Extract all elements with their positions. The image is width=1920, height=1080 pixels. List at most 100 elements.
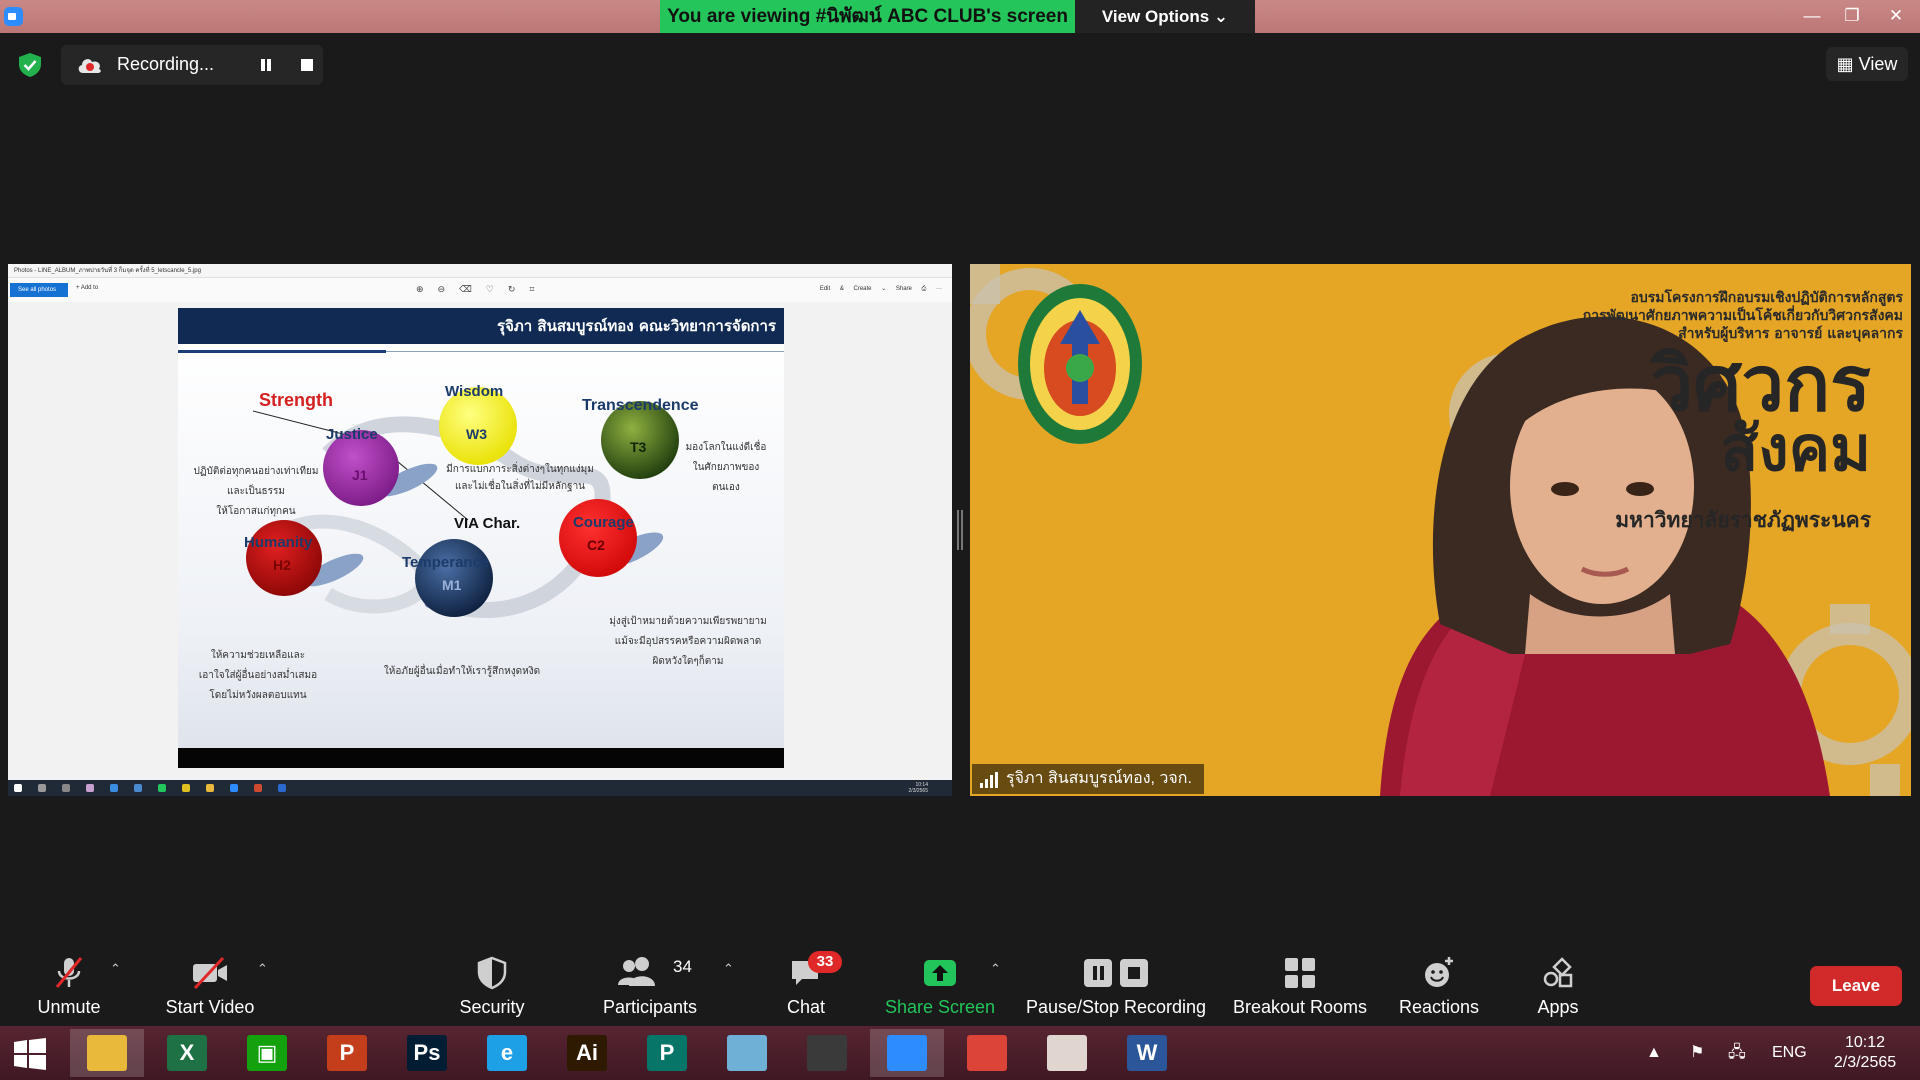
taskbar-app-photoscape[interactable] (790, 1029, 864, 1077)
security-button[interactable]: Security (451, 945, 533, 1025)
transcendence-desc-1: มองโลกในแง่ดีเชื่อ (686, 439, 767, 453)
participants-button[interactable]: 34 Participants (595, 945, 705, 1025)
banner-big-line-2: สังคม (1720, 412, 1871, 485)
taskbar-app-zoom[interactable] (870, 1029, 944, 1077)
temperance-label: Temperance (402, 554, 489, 571)
close-button[interactable]: ✕ (1872, 0, 1920, 33)
participant-name-tag: รุจิภา สินสมบูรณ์ทอง, วจก. (972, 764, 1204, 794)
shared-start-icon (14, 784, 22, 792)
notes-icon (727, 1035, 767, 1071)
shared-search-icon (38, 784, 46, 792)
taskbar-app-store[interactable]: ▣ (230, 1029, 304, 1077)
transcendence-desc-3: ตนเอง (712, 482, 740, 493)
file-explorer-icon (87, 1035, 127, 1071)
taskbar-app-powerpoint[interactable]: P (310, 1029, 384, 1077)
windows-taskbar: X ▣ P Ps e Ai P W ▲ ⚑ 🖧 ENG 10:12 2/3/2565 (0, 1026, 1920, 1080)
person-eye-left (1551, 482, 1579, 496)
justice-desc-2: และเป็นธรรม (227, 483, 285, 497)
humanity-desc-2: เอาใจใส่ผู้อื่นอย่างสม่ำเสมอ (199, 667, 317, 681)
audio-options-caret[interactable]: ⌃ (110, 961, 121, 977)
start-video-button[interactable]: Start Video (155, 945, 265, 1025)
taskbar-app-illustrator[interactable]: Ai (550, 1029, 624, 1077)
restore-button[interactable]: ❐ (1832, 0, 1872, 33)
stop-recording-icon[interactable] (301, 59, 313, 71)
chat-button[interactable]: 33 Chat (780, 945, 842, 1025)
taskbar-app-internet-explorer[interactable]: e (470, 1029, 544, 1077)
participant-name: รุจิภา สินสมบูรณ์ทอง, วจก. (1006, 770, 1192, 787)
encryption-shield-icon[interactable] (17, 52, 43, 78)
wisdom-desc-1: มีการแบกภาระสิ่งต่างๆในทุกแง่มุม (446, 461, 594, 475)
breakout-rooms-label: Breakout Rooms (1232, 997, 1368, 1017)
network-icon[interactable]: 🖧 (1728, 1026, 1746, 1080)
j1-code: J1 (352, 467, 368, 483)
view-button[interactable]: ▦ View (1826, 47, 1908, 81)
shared-screen[interactable]: Photos - LINE_ALBUM_ภาพบ่ายวันที่ 3 ก็มจ… (8, 264, 952, 796)
add-to-button[interactable]: + Add to (76, 285, 98, 291)
pause-stop-recording-button[interactable]: Pause/Stop Recording (1025, 945, 1207, 1025)
transcendence-label: Transcendence (582, 397, 699, 414)
apps-label: Apps (1537, 997, 1579, 1017)
clock-time: 10:12 (1844, 1034, 1886, 1051)
chrome-icon (967, 1035, 1007, 1071)
taskbar-app-excel[interactable]: X (150, 1029, 224, 1077)
store-icon: ▣ (247, 1035, 287, 1071)
security-shield-icon (477, 956, 507, 990)
shared-app-icon (86, 784, 94, 792)
video-options-caret[interactable]: ⌃ (257, 961, 268, 977)
c2-code: C2 (587, 537, 605, 553)
photos-toolbar: See all photos + Add to ⊕⊖⌫♡↻⌗ Edit & Cr… (8, 278, 952, 302)
participant-video[interactable]: อบรมโครงการฝึกอบรมเชิงปฏิบัติการหลักสูตร… (970, 264, 1911, 796)
shared-app-icon (110, 784, 118, 792)
courage-desc-1: มุ่งสู่เป้าหมายด้วยความเพียรพยายาม (609, 615, 766, 627)
justice-desc-3: ให้โอกาสแก่ทุกคน (216, 504, 295, 517)
cloud-recording-icon (78, 59, 101, 73)
illustrator-icon: Ai (567, 1035, 607, 1071)
participants-options-caret[interactable]: ⌃ (723, 961, 734, 977)
wisdom-label: Wisdom (445, 383, 503, 400)
taskbar-app-paint[interactable] (1030, 1029, 1104, 1077)
breakout-rooms-button[interactable]: Breakout Rooms (1230, 945, 1370, 1025)
grid-icon: ▦ (1836, 54, 1854, 74)
microphone-muted-icon (55, 957, 83, 988)
title-bar: You are viewing #นิพัฒน์ ABC CLUB's scre… (0, 0, 1920, 33)
gear-tooth (970, 264, 1000, 304)
courage-desc-3: ผิดหวังใดๆก็ตาม (652, 653, 723, 667)
language-indicator[interactable]: ENG (1772, 1026, 1807, 1080)
justice-desc-1: ปฏิบัติต่อทุกคนอย่างเท่าเทียม (193, 465, 318, 477)
reactions-button[interactable]: Reactions (1394, 945, 1484, 1025)
show-hidden-icons[interactable]: ▲ (1646, 1026, 1662, 1080)
h2-code: H2 (273, 557, 291, 573)
t3-code: T3 (630, 439, 647, 455)
photos-right-tools: Edit & Create ⌄ Share ⎙ ··· (819, 286, 942, 292)
action-center-flag-icon[interactable]: ⚑ (1690, 1026, 1704, 1080)
taskbar-app-publisher[interactable]: P (630, 1029, 704, 1077)
temperance-desc-1: ให้อภัยผู้อื่นเมื่อทำให้เรารู้สึกหงุดหงิ… (384, 663, 540, 677)
unmute-button[interactable]: Unmute (22, 945, 116, 1025)
apps-button[interactable]: Apps (1528, 945, 1588, 1025)
view-options-button[interactable]: View Options ⌄ (1075, 0, 1255, 33)
system-clock[interactable]: 10:12 2/3/2565 (1820, 1033, 1910, 1073)
taskbar-app-photoshop[interactable]: Ps (390, 1029, 464, 1077)
taskbar-app-notes[interactable] (710, 1029, 784, 1077)
taskbar-app-file-explorer[interactable] (70, 1029, 144, 1077)
m1-code: M1 (442, 577, 462, 593)
panel-resize-handle[interactable] (957, 510, 963, 550)
transcendence-desc-2: ในศักยภาพของ (693, 461, 760, 473)
windows-start-icon[interactable] (14, 1038, 46, 1070)
powerpoint-icon: P (327, 1035, 367, 1071)
taskbar-app-word[interactable]: W (1110, 1029, 1184, 1077)
share-screen-button[interactable]: Share Screen (883, 945, 997, 1025)
zoom-logo-icon (4, 7, 23, 26)
paint-icon (1047, 1035, 1087, 1071)
pause-recording-icon[interactable] (258, 57, 274, 73)
university-name: มหาวิทยาลัยราชภัฏพระนคร (1615, 508, 1871, 532)
share-screen-label: Share Screen (884, 997, 996, 1017)
see-all-photos-button[interactable]: See all photos (10, 283, 68, 297)
minimize-button[interactable]: — (1792, 0, 1832, 33)
word-icon: W (1127, 1035, 1167, 1071)
leave-button[interactable]: Leave (1810, 966, 1902, 1006)
share-options-caret[interactable]: ⌃ (990, 961, 1001, 977)
taskbar-app-chrome[interactable] (950, 1029, 1024, 1077)
shared-chrome-icon (182, 784, 190, 792)
shared-taskbar: 10:14 2/3/2565 (8, 780, 952, 796)
